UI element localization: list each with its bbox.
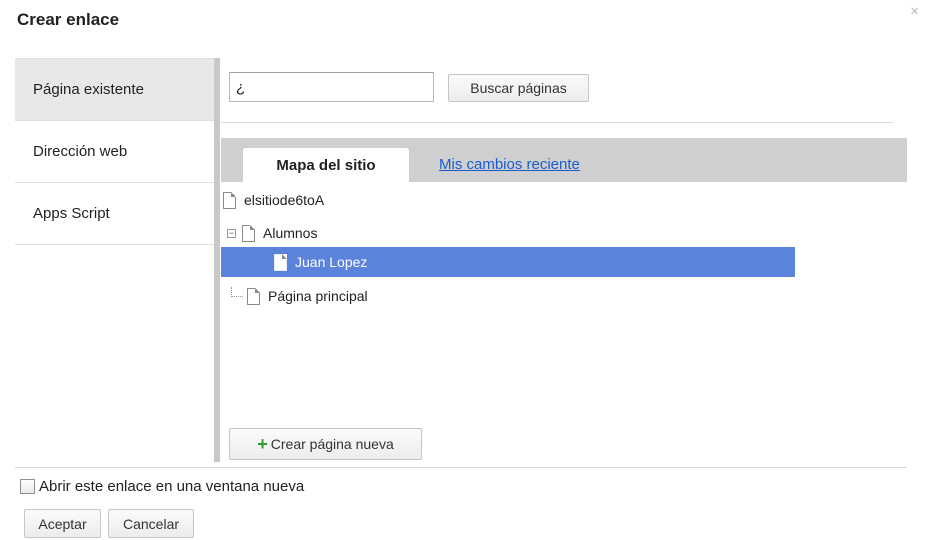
close-icon[interactable]: × — [910, 4, 919, 19]
tree-item-label: Página principal — [268, 288, 368, 304]
tree-item-alumnos[interactable]: − Alumnos — [221, 218, 801, 248]
footer-divider — [15, 467, 907, 468]
document-icon — [242, 224, 255, 242]
tree-collapse-icon[interactable]: − — [227, 228, 236, 238]
tree-item-juan-lopez[interactable]: Juan Lopez — [221, 247, 795, 277]
dialog-title: Crear enlace — [17, 10, 120, 29]
open-new-window-checkbox[interactable] — [20, 479, 35, 494]
page-tabs-bar: Mapa del sitio Mis cambios reciente — [221, 138, 907, 182]
site-tree: elsitiode6toA − Alumnos Juan Lopez Págin… — [221, 182, 907, 422]
tree-connector — [231, 287, 243, 297]
tab-apps-script[interactable]: Apps Script — [15, 183, 215, 245]
accept-button[interactable]: Aceptar — [24, 509, 101, 538]
open-new-window-label[interactable]: Abrir este enlace en una ventana nueva — [39, 478, 304, 495]
search-pages-button[interactable]: Buscar páginas — [448, 74, 589, 102]
cancel-button[interactable]: Cancelar — [108, 509, 194, 538]
document-icon — [247, 287, 260, 305]
plus-icon: + — [257, 434, 268, 454]
panel-divider — [214, 58, 220, 462]
document-icon — [223, 191, 236, 209]
tab-sitemap[interactable]: Mapa del sitio — [243, 148, 409, 182]
tab-recent-changes[interactable]: Mis cambios reciente — [439, 156, 580, 173]
tree-item-root[interactable]: elsitiode6toA — [221, 185, 797, 215]
search-input[interactable] — [229, 72, 434, 102]
tree-item-label: Alumnos — [263, 225, 318, 241]
create-new-page-button[interactable]: + Crear página nueva — [229, 428, 422, 460]
create-new-page-label: Crear página nueva — [270, 436, 394, 452]
tab-web-address[interactable]: Dirección web — [15, 121, 215, 183]
tree-item-pagina-principal[interactable]: Página principal — [221, 281, 805, 311]
open-new-window-option: Abrir este enlace en una ventana nueva — [20, 478, 304, 495]
link-type-tabs: Página existente Dirección web Apps Scri… — [15, 58, 215, 463]
document-icon — [274, 253, 287, 271]
tree-item-label: Juan Lopez — [295, 254, 368, 270]
tree-item-label: elsitiode6toA — [244, 192, 325, 208]
tab-existing-page[interactable]: Página existente — [15, 59, 215, 121]
search-divider — [221, 122, 893, 123]
